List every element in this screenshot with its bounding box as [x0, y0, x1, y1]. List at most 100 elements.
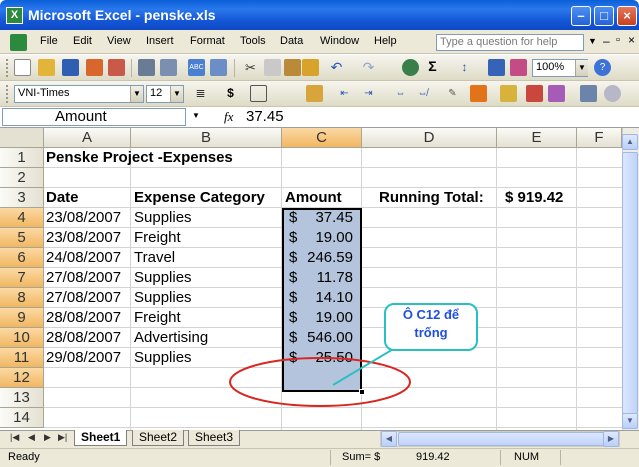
redo-icon[interactable]: ↷	[360, 59, 377, 76]
tab-nav-first-icon[interactable]: |◀	[10, 432, 19, 443]
alert-icon[interactable]	[470, 85, 487, 102]
cell-category[interactable]: Supplies	[134, 288, 192, 308]
close-button[interactable]: ×	[617, 6, 637, 26]
cell-e3-running-total[interactable]: $ 919.42	[505, 188, 563, 208]
cell-date[interactable]: 28/08/2007	[46, 328, 121, 348]
font-name-select[interactable]: VNI-Times	[14, 85, 144, 103]
row-header-14[interactable]: 14	[0, 408, 44, 428]
spelling-icon[interactable]: ABC	[188, 59, 205, 76]
row-header-9[interactable]: 9	[0, 308, 44, 328]
row-header-4[interactable]: 4	[0, 208, 44, 228]
minimize-button[interactable]: –	[571, 6, 591, 26]
autosum-icon[interactable]: Σ	[424, 58, 441, 75]
menu-data[interactable]: Data	[280, 35, 303, 47]
tab-nav-next-icon[interactable]: ▶	[44, 432, 51, 443]
horizontal-scroll-thumb[interactable]	[398, 432, 604, 446]
cell-date[interactable]: 23/08/2007	[46, 208, 121, 228]
cell-a1-title[interactable]: Penske Project -Expenses	[46, 148, 233, 168]
row-header-13[interactable]: 13	[0, 388, 44, 408]
scroll-right-icon[interactable]: ▶	[603, 431, 619, 447]
col-header-b[interactable]: B	[131, 128, 282, 148]
open-icon[interactable]	[38, 59, 55, 76]
options-icon[interactable]	[580, 85, 597, 102]
cell-category[interactable]: Advertising	[134, 328, 208, 348]
col-header-a[interactable]: A	[44, 128, 131, 148]
scroll-left-icon[interactable]: ◀	[381, 431, 397, 447]
cell-category[interactable]: Travel	[134, 248, 175, 268]
col-header-f[interactable]: F	[577, 128, 622, 148]
col-header-d[interactable]: D	[362, 128, 497, 148]
increase-indent-icon[interactable]: ⇥	[360, 85, 377, 102]
cell-date[interactable]: 23/08/2007	[46, 228, 121, 248]
row-header-11[interactable]: 11	[0, 348, 44, 368]
help-search-input[interactable]: Type a question for help	[436, 34, 584, 51]
chart-wizard-icon[interactable]	[488, 59, 505, 76]
scroll-up-icon[interactable]: ▲	[622, 134, 638, 150]
cell-date[interactable]: 29/08/2007	[46, 348, 121, 368]
font-dropdown-icon[interactable]: ▼	[130, 86, 143, 102]
row-header-5[interactable]: 5	[0, 228, 44, 248]
name-box-dropdown-icon[interactable]: ▼	[192, 111, 200, 120]
menu-help[interactable]: Help	[374, 35, 397, 47]
fill-color-icon[interactable]	[306, 85, 323, 102]
insert-sheet-icon[interactable]	[526, 85, 543, 102]
cell-date[interactable]: 28/08/2007	[46, 308, 121, 328]
row-header-7[interactable]: 7	[0, 268, 44, 288]
workbook-icon[interactable]	[10, 34, 27, 51]
delete-sheet-icon[interactable]	[548, 85, 565, 102]
select-all-corner[interactable]	[0, 128, 44, 148]
print-preview-icon[interactable]	[160, 59, 177, 76]
excel-app-icon[interactable]: X	[6, 7, 23, 24]
help-dropdown-icon[interactable]: ▼	[588, 36, 597, 46]
help-icon[interactable]: ?	[594, 59, 611, 76]
cell-category[interactable]: Freight	[134, 308, 181, 328]
cell-category[interactable]: Supplies	[134, 208, 192, 228]
cell-d3-running-total-label[interactable]: Running Total:	[379, 188, 484, 208]
row-header-12[interactable]: 12	[0, 368, 44, 388]
menu-tools[interactable]: Tools	[240, 35, 266, 47]
cell-date[interactable]: 24/08/2007	[46, 248, 121, 268]
drawing-icon[interactable]	[510, 59, 527, 76]
row-header-10[interactable]: 10	[0, 328, 44, 348]
tab-sheet1[interactable]: Sheet1	[74, 430, 128, 446]
cell-amount[interactable]: 11.78	[296, 268, 353, 288]
align-right-icon[interactable]: ≣	[192, 85, 209, 102]
insert-function-icon[interactable]: fx	[224, 109, 233, 125]
toolbar-grip[interactable]	[6, 85, 9, 103]
pen-icon[interactable]: ✎	[444, 85, 461, 102]
row-header-6[interactable]: 6	[0, 248, 44, 268]
cell-category[interactable]: Supplies	[134, 348, 192, 368]
tab-sheet2[interactable]: Sheet2	[132, 430, 185, 446]
cell-category[interactable]: Freight	[134, 228, 181, 248]
copy-icon[interactable]	[264, 59, 281, 76]
maximize-button[interactable]: □	[594, 6, 614, 26]
currency-style-button[interactable]: $	[222, 85, 239, 102]
menu-file[interactable]: File	[40, 35, 58, 47]
zoom-dropdown-icon[interactable]: ▼	[575, 60, 588, 76]
tab-sheet3[interactable]: Sheet3	[188, 430, 241, 446]
row-header-8[interactable]: 8	[0, 288, 44, 308]
stop-icon[interactable]	[604, 85, 621, 102]
tab-nav-prev-icon[interactable]: ◀	[28, 432, 35, 443]
cell-category[interactable]: Supplies	[134, 268, 192, 288]
folder-icon[interactable]	[500, 85, 517, 102]
col-header-c[interactable]: C	[282, 128, 362, 148]
paste-icon[interactable]	[284, 59, 301, 76]
cut-icon[interactable]: ✂	[242, 59, 259, 76]
borders-icon[interactable]	[250, 85, 267, 102]
cell-c3-amount-header[interactable]: Amount	[285, 188, 342, 208]
decrease-indent-icon[interactable]: ⇤	[336, 85, 353, 102]
menu-edit[interactable]: Edit	[73, 35, 92, 47]
sort-ascending-icon[interactable]: ↕	[456, 59, 473, 76]
cell-a3-date-header[interactable]: Date	[46, 188, 79, 208]
formula-input[interactable]: 37.45	[246, 108, 284, 125]
doc-close-icon[interactable]: ×	[628, 33, 635, 47]
menu-format[interactable]: Format	[190, 35, 225, 47]
format-painter-icon[interactable]	[302, 59, 319, 76]
menu-window[interactable]: Window	[320, 35, 359, 47]
undo-icon[interactable]: ↶	[328, 59, 345, 76]
doc-minimize-icon[interactable]: –	[603, 34, 610, 48]
split-icon[interactable]: ⇎	[414, 85, 431, 102]
menu-insert[interactable]: Insert	[146, 35, 174, 47]
email-icon[interactable]	[108, 59, 125, 76]
